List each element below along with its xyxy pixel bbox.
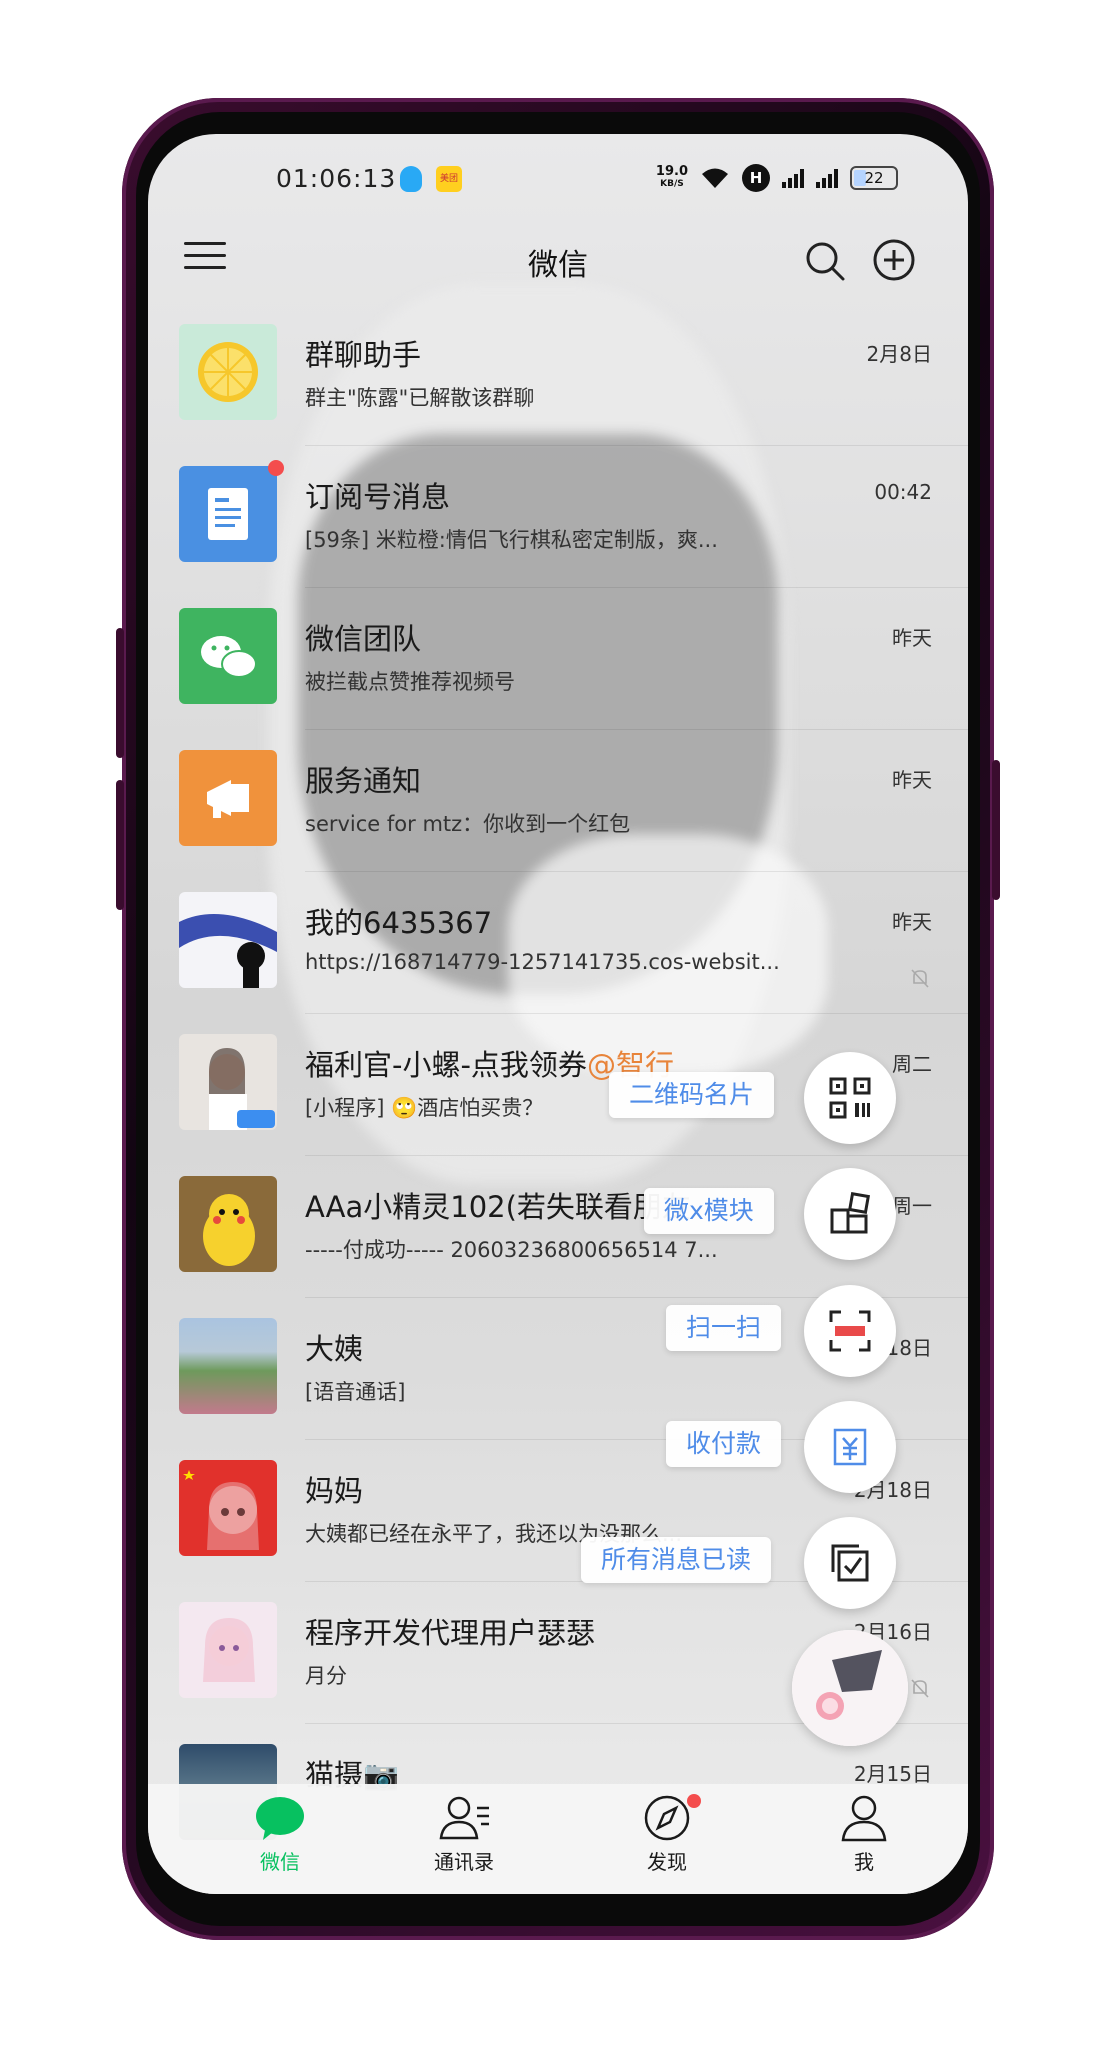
pikachu-avatar: [179, 1176, 277, 1272]
status-bar: 01:06:13 美团 19.0 KB/S H 22: [148, 134, 968, 218]
tab-label: 发现: [647, 1850, 687, 1874]
chat-row[interactable]: 服务通知 service for mtz：你收到一个红包 昨天: [148, 730, 968, 872]
payment-label[interactable]: 收付款: [666, 1421, 782, 1467]
tab-label: 通讯录: [434, 1850, 494, 1874]
subscription-avatar: [179, 466, 277, 562]
app-header: 微信: [148, 218, 968, 304]
payment-icon: [833, 1428, 867, 1466]
wechat-team-avatar: [179, 608, 277, 704]
chat-name: 妈妈: [305, 1474, 364, 1508]
chat-time: 2月15日: [853, 1762, 932, 1786]
qr-code-button[interactable]: [804, 1052, 896, 1144]
power-button: [992, 760, 1000, 900]
search-icon[interactable]: [804, 240, 846, 282]
unread-dot: [268, 460, 284, 476]
module-button[interactable]: [804, 1168, 896, 1260]
qr-code-icon: [829, 1077, 871, 1119]
add-icon[interactable]: [872, 238, 916, 282]
chat-name: 微信团队: [305, 622, 422, 656]
flower-field-avatar: [179, 1318, 277, 1414]
network-type-icon: H: [742, 164, 770, 192]
phone-screen: 01:06:13 美团 19.0 KB/S H 22 微信 群聊助手 群主"陈露…: [148, 134, 968, 1894]
discover-unread-dot: [687, 1794, 701, 1808]
scan-icon: [829, 1310, 871, 1352]
cartoon-avatar: [179, 892, 277, 988]
chat-row[interactable]: 订阅号消息 [59条] 米粒橙:情侣飞行棋私密定制版，爽... 00:42: [148, 446, 968, 588]
tab-chats[interactable]: 微信: [210, 1794, 350, 1875]
mark-all-read-label[interactable]: 所有消息已读: [581, 1537, 772, 1583]
scan-button[interactable]: [804, 1285, 896, 1377]
signal-icon-2: [816, 168, 838, 188]
meituan-notification-icon: 美团: [436, 166, 462, 192]
chat-preview: 群主"陈露"已解散该群聊: [305, 386, 535, 410]
qq-notification-icon: [400, 166, 422, 192]
chat-bubble-icon: [256, 1797, 304, 1840]
chat-preview: [59条] 米粒橙:情侣飞行棋私密定制版，爽...: [305, 528, 718, 552]
tab-label: 我: [854, 1850, 874, 1874]
compass-icon: [644, 1795, 690, 1841]
mark-all-read-button[interactable]: [804, 1517, 896, 1609]
chat-row[interactable]: 我的6435367 https://168714779-1257141735.c…: [148, 872, 968, 1014]
chat-preview: [小程序] 🙄酒店怕买贵？: [305, 1096, 544, 1120]
contacts-icon: [439, 1796, 489, 1840]
chat-name: 大姨: [305, 1332, 364, 1366]
tab-contacts[interactable]: 通讯录: [394, 1794, 534, 1875]
qr-card-label[interactable]: 二维码名片: [609, 1072, 775, 1118]
chat-preview: service for mtz：你收到一个红包: [305, 812, 631, 836]
chat-preview: [语音通话]: [305, 1380, 406, 1404]
chat-time: 2月8日: [866, 342, 932, 366]
tab-me[interactable]: 我: [794, 1794, 934, 1875]
chat-time: 00:42: [874, 480, 932, 504]
wx-module-label[interactable]: 微x模块: [644, 1188, 774, 1234]
chat-preview: 被拦截点赞推荐视频号: [305, 670, 515, 694]
chat-time: 昨天: [892, 768, 932, 792]
battery-icon: 22: [850, 166, 898, 190]
chat-time: 周一: [892, 1194, 932, 1218]
wifi-icon: [702, 168, 728, 188]
chat-preview: -----付成功----- 20603236800656514 7...: [305, 1238, 718, 1262]
volume-button-lower: [116, 780, 124, 910]
chat-preview: https://168714779-1257141735.cos-websit.…: [305, 950, 780, 974]
chat-name: 程序开发代理用户瑟瑟: [305, 1616, 596, 1650]
volume-button: [116, 628, 124, 758]
chat-time: 周二: [892, 1052, 932, 1076]
chat-time: 昨天: [892, 626, 932, 650]
anime-avatar-icon: [792, 1630, 908, 1746]
chat-name: 群聊助手: [305, 338, 422, 372]
modules-icon: [830, 1191, 871, 1234]
doll-avatar: [179, 1460, 277, 1556]
signal-icon: [782, 168, 804, 188]
tab-discover[interactable]: 发现: [597, 1794, 737, 1875]
mute-bell-icon: [911, 1679, 929, 1698]
chat-name: 我的6435367: [305, 906, 493, 940]
chat-row[interactable]: 微信团队 被拦截点赞推荐视频号 昨天: [148, 588, 968, 730]
floating-avatar-button[interactable]: [792, 1630, 908, 1746]
anime-girl-avatar: [179, 1602, 277, 1698]
check-box-icon: [831, 1544, 869, 1582]
chat-preview: 月分: [305, 1664, 347, 1688]
tab-bar: 微信 通讯录 发现 我: [148, 1784, 968, 1894]
chat-name: 订阅号消息: [305, 480, 451, 514]
chat-name: AAa小精灵102(若失联看朋友: [305, 1190, 691, 1224]
mute-bell-icon: [911, 969, 929, 988]
girl-avatar: [179, 1034, 277, 1130]
person-icon: [841, 1795, 887, 1842]
service-notice-avatar: [179, 750, 277, 846]
payment-button[interactable]: [804, 1401, 896, 1493]
tab-label: 微信: [260, 1850, 300, 1874]
chat-time: 昨天: [892, 910, 932, 934]
network-speed: 19.0 KB/S: [655, 164, 688, 189]
chat-row[interactable]: 群聊助手 群主"陈露"已解散该群聊 2月8日: [148, 304, 968, 446]
scan-label[interactable]: 扫一扫: [666, 1305, 782, 1351]
lemon-avatar: [179, 324, 277, 420]
status-time: 01:06:13: [276, 164, 397, 193]
chat-name: 服务通知: [305, 764, 422, 798]
